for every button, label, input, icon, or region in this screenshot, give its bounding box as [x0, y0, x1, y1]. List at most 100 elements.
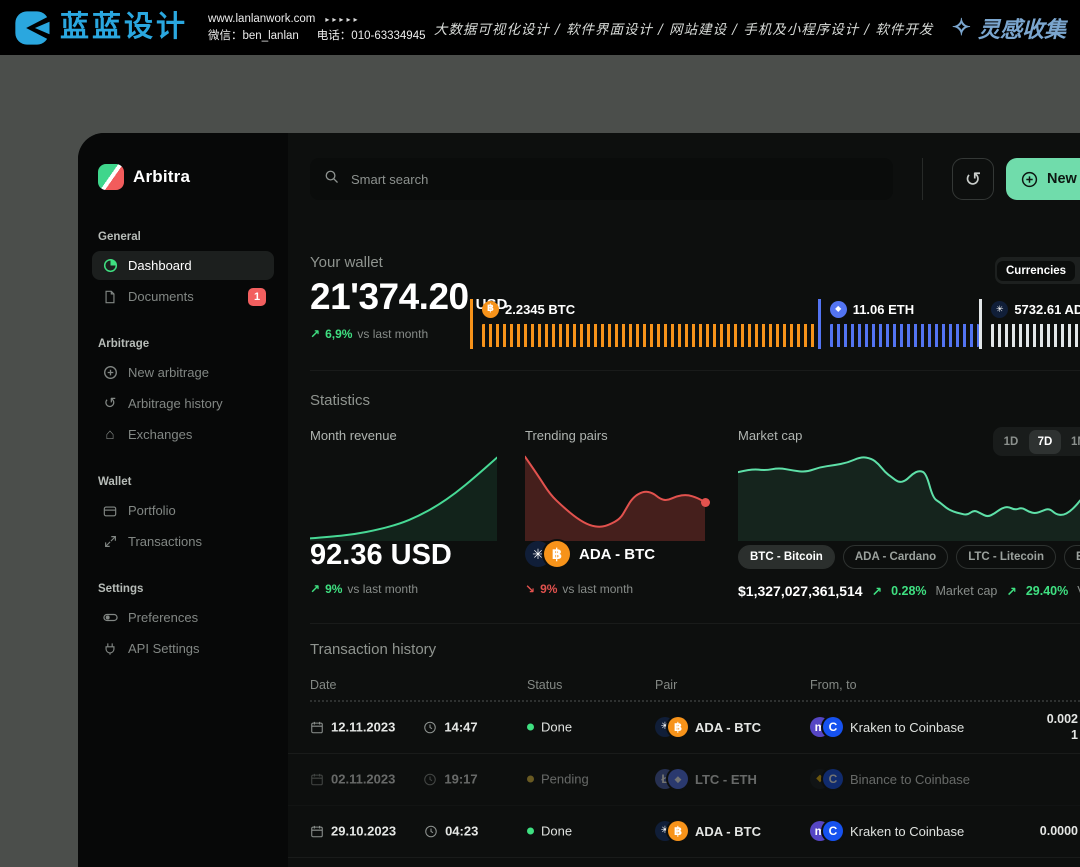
time-text: 19:17: [444, 772, 477, 787]
pair-text: ADA - BTC: [695, 824, 761, 839]
plus-circle-icon: [1021, 171, 1038, 188]
route-text: Kraken to Coinbase: [850, 824, 964, 839]
clock-icon: [423, 720, 437, 734]
coinbase-coin-icon: C: [823, 769, 843, 789]
sidebar-item-label: New arbitrage: [128, 365, 209, 380]
inspiration-collect-link[interactable]: ✧ 灵感收集: [942, 12, 1080, 44]
sidebar-item-label: Dashboard: [128, 258, 192, 273]
col-fromto: From, to: [810, 678, 857, 692]
coin-pill-ltc-litecoin[interactable]: LTC - Litecoin: [956, 545, 1056, 569]
status-dot: [527, 776, 534, 783]
wechat-text: 微信：ben_lanlan: [208, 30, 299, 42]
holding-amount: 11.06 ETH: [853, 302, 914, 317]
history-button[interactable]: ↺: [952, 158, 994, 200]
coin-pill-eth-ethereum[interactable]: ETH - Ethereum: [1064, 545, 1080, 569]
divider: [310, 370, 1080, 371]
sidebar-item-transactions[interactable]: Transactions: [92, 527, 274, 556]
amount-line: 0.002: [1047, 711, 1078, 727]
status-cell: Done: [527, 720, 572, 735]
toggle-currencies[interactable]: Currencies: [997, 261, 1075, 281]
document-icon: [102, 289, 118, 305]
status-text: Done: [541, 720, 572, 735]
route-text: Binance to Coinbase: [850, 772, 970, 787]
pair-icons: ✳฿: [655, 821, 688, 841]
sidebar-section-wallet: WalletPortfolioTransactions: [92, 476, 274, 556]
holding-ticks: [830, 324, 980, 347]
sidebar-item-dashboard[interactable]: Dashboard: [92, 251, 274, 280]
sidebar-item-portfolio[interactable]: Portfolio: [92, 496, 274, 525]
chart-end-dot: [701, 498, 710, 507]
pair-cell: ✳฿ ADA - BTC: [655, 717, 761, 737]
route-cell: mCKraken to Coinbase: [810, 821, 964, 841]
search-input[interactable]: [349, 171, 879, 188]
promo-banner: 蓝蓝设计 www.lanlanwork.com ▸▸▸▸▸ 微信：ben_lanl…: [0, 0, 1080, 55]
calendar-icon: [310, 720, 324, 734]
coin-pill-ada-cardano[interactable]: ADA - Cardano: [843, 545, 948, 569]
sidebar-item-api-settings[interactable]: API Settings: [92, 634, 274, 663]
holding-eth: ◆ 11.06 ETH: [818, 299, 980, 349]
clock-icon: [423, 772, 437, 786]
section-label: Arbitrage: [92, 338, 274, 350]
holding-label: ◆ 11.06 ETH: [830, 299, 980, 319]
app-name: Arbitra: [133, 167, 190, 187]
date-text: 29.10.2023: [331, 824, 396, 839]
table-row[interactable]: 12.11.202314:47Done✳฿ADA - BTCmCKraken t…: [288, 701, 1080, 754]
eth-coin-icon: ◆: [830, 301, 847, 318]
route-icons: ◆C: [810, 769, 843, 789]
notification-badge: 1: [248, 288, 266, 306]
trend-up-icon: ↗: [872, 584, 882, 599]
sidebar-item-new-arbitrage[interactable]: New arbitrage: [92, 358, 274, 387]
section-label: General: [92, 231, 274, 243]
services-text: 大数据可视化设计 / 软件界面设计 / 网站建设 / 手机及小程序设计 / 软件…: [425, 18, 941, 38]
holding-amount: 2.2345 BTC: [505, 302, 575, 317]
coinbase-coin-icon: C: [823, 821, 843, 841]
sidebar-item-label: Transactions: [128, 534, 202, 549]
lanlan-logo[interactable]: 蓝蓝设计: [0, 8, 188, 48]
range-7d[interactable]: 7D: [1029, 430, 1061, 454]
wallet-change: ↗ 6,9% vs last month: [310, 327, 428, 341]
history-icon: ↺: [965, 167, 982, 192]
trend-up-icon: ↗: [1006, 584, 1016, 599]
time-text: 04:23: [445, 824, 478, 839]
sparkle-icon: ✧: [952, 14, 971, 41]
main-content: ↺ New arbitrage Your wallet Currencies E…: [288, 133, 1080, 867]
sidebar-item-preferences[interactable]: Preferences: [92, 603, 274, 632]
exchange-house-icon: ⌂: [102, 427, 118, 443]
calendar-icon: [310, 824, 324, 838]
trend-down-icon: ↘: [525, 582, 535, 596]
month-revenue-change: ↗ 9% vs last month: [310, 582, 418, 596]
market-coin-pills: BTC - Bitcoin ADA - Cardano LTC - Litecoin…: [738, 545, 1080, 569]
table-row[interactable]: 29.10.202304:23Done✳฿ADA - BTCmCKraken t…: [288, 805, 1080, 858]
trend-up-icon: ↗: [310, 582, 320, 596]
calendar-icon: [310, 772, 324, 786]
status-text: Pending: [541, 772, 589, 787]
sidebar-item-label: Documents: [128, 289, 194, 304]
amount-cell: 0.0021: [1047, 711, 1078, 743]
sidebar-item-label: API Settings: [128, 641, 200, 656]
amount-cell: 0.0000: [1040, 823, 1078, 839]
table-row[interactable]: 02.11.202319:17PendingŁ◆LTC - ETH◆CBinan…: [288, 753, 1080, 806]
col-status: Status: [527, 678, 562, 692]
arrows-decoration: ▸▸▸▸▸: [325, 15, 360, 24]
date-text: 02.11.2023: [331, 772, 395, 787]
coin-pill-btc-bitcoin[interactable]: BTC - Bitcoin: [738, 545, 835, 569]
range-1d[interactable]: 1D: [995, 430, 1027, 454]
pair-text: ADA - BTC: [695, 720, 761, 735]
date-cell: 29.10.2023 04:23: [310, 824, 478, 839]
website-link[interactable]: www.lanlanwork.com: [208, 13, 315, 25]
month-revenue-label: Month revenue: [310, 428, 397, 443]
trending-pairs-chart: [525, 455, 705, 541]
sidebar-item-exchanges[interactable]: ⌂Exchanges: [92, 420, 274, 449]
pair-icons: ✳฿: [655, 717, 688, 737]
currencies-exchanges-toggle: Currencies Exchanges: [995, 257, 1080, 284]
pair-icons: Ł◆: [655, 769, 688, 789]
sidebar-item-arbitrage-history[interactable]: ↺Arbitrage history: [92, 389, 274, 418]
api-icon: [102, 641, 118, 657]
market-cap-chart: [738, 455, 1080, 541]
eth-coin-icon: ◆: [668, 769, 688, 789]
new-arbitrage-button[interactable]: New arbitrage: [1006, 158, 1080, 200]
range-1m[interactable]: 1M: [1063, 430, 1080, 454]
market-cap-label: Market cap: [738, 428, 802, 443]
history-icon: ↺: [102, 396, 118, 412]
sidebar-item-documents[interactable]: Documents 1: [92, 282, 274, 311]
